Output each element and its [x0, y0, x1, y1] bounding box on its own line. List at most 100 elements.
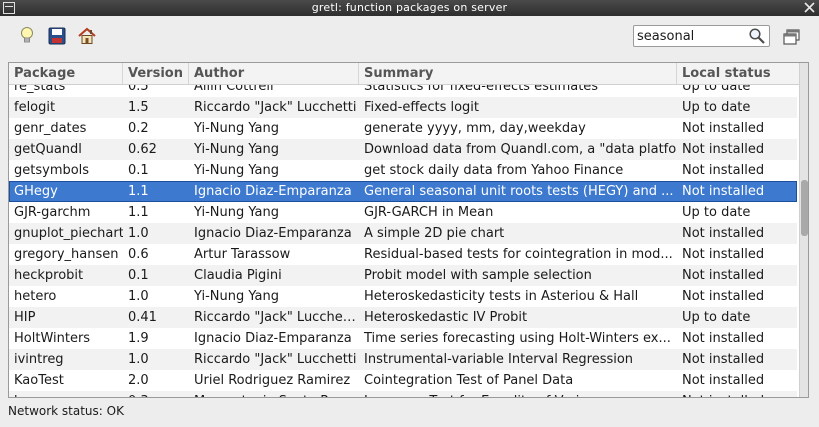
cell-summary: generate yyyy, mm, day,weekday	[364, 121, 586, 136]
cell-local-status: Not installed	[677, 391, 797, 397]
table-row[interactable]: GJR-garchm 1.1 Yi-Nung Yang GJR-GARCH in Me…	[9, 202, 797, 223]
cell-local-status: Not installed	[682, 352, 765, 367]
cell-summary: get stock daily data from Yahoo Finance	[364, 163, 624, 178]
save-button[interactable]	[46, 25, 68, 47]
cell-author: Ignacio Diaz-Emparanza	[194, 184, 352, 199]
column-header-local-status[interactable]: Local status	[677, 63, 799, 84]
cell-version: 1.5	[128, 100, 149, 115]
cell-package: KaoTest	[14, 373, 64, 388]
table-row[interactable]: heckprobit 0.1 Claudia Pigini Probit model …	[9, 265, 797, 286]
cell-author: Yi-Nung Yang	[194, 289, 279, 304]
lightbulb-icon	[21, 27, 33, 43]
column-header-version[interactable]: Version	[123, 63, 189, 84]
info-button[interactable]	[16, 25, 38, 47]
cell-summary: Instrumental-variable Interval Regressio…	[364, 352, 634, 367]
table-header: Package Version Author Summary Local sta…	[9, 63, 799, 85]
window-menu-button[interactable]	[3, 2, 15, 14]
cell-local-status: Not installed	[682, 268, 765, 283]
cell-version: 0.3	[123, 391, 189, 397]
table-rows: re_stats 0.5 Allin Cottrell Statistics for …	[9, 85, 797, 397]
table-row[interactable]: GHegy 1.1 Ignacio Diaz-Emparanza General se…	[9, 181, 797, 202]
cell-version: 0.5	[128, 85, 149, 94]
window-restore-icon	[783, 29, 800, 45]
cell-package: genr_dates	[14, 121, 87, 136]
table-row[interactable]: gnuplot_piechart 1.0 Ignacio Diaz-Emparanz…	[9, 223, 797, 244]
cell-version: 0.41	[128, 310, 157, 325]
cell-author: Ignacio Diaz-Emparanza	[194, 226, 352, 241]
table-row[interactable]: hetero 1.0 Yi-Nung Yang Heteroskedasticity …	[9, 286, 797, 307]
status-bar: Network status: OK	[8, 404, 124, 418]
table-row[interactable]: HoltWinters 1.9 Ignacio Diaz-Emparanza Time…	[9, 328, 797, 349]
window-title: gretl: function packages on server	[311, 1, 508, 14]
table-row[interactable]: KaoTest 2.0 Uriel Rodriguez Ramirez Cointeg…	[9, 370, 797, 391]
cell-package: GJR-garchm	[14, 205, 91, 220]
cell-local-status: Up to date	[682, 85, 751, 94]
cell-package: HIP	[14, 310, 36, 325]
cell-package: getsymbols	[14, 163, 90, 178]
scrollbar-thumb[interactable]	[801, 180, 808, 236]
close-window-button[interactable]	[803, 1, 816, 14]
vertical-scrollbar[interactable]	[799, 63, 808, 397]
column-header-author[interactable]: Author	[189, 63, 359, 84]
table-row[interactable]: ivintreg 1.0 Riccardo "Jack" Lucchetti Inst…	[9, 349, 797, 370]
table-row[interactable]: getsymbols 0.1 Yi-Nung Yang get stock daily…	[9, 160, 797, 181]
cell-version: 0.2	[128, 121, 149, 136]
cell-author: Yi-Nung Yang	[194, 205, 279, 220]
cell-local-status: Up to date	[682, 205, 751, 220]
table-body: re_stats 0.5 Allin Cottrell Statistics for …	[9, 85, 797, 397]
cell-summary: Cointegration Test of Panel Data	[364, 373, 574, 388]
cell-package: heckprobit	[14, 268, 84, 283]
cell-local-status: Not installed	[682, 289, 765, 304]
cell-local-status: Up to date	[682, 100, 751, 115]
restore-window-button[interactable]	[782, 27, 802, 47]
cell-author: Riccardo "Jack" Lucchetti	[194, 352, 357, 367]
cell-summary: Statistics for fixed-effects estimates	[364, 85, 599, 94]
table-row[interactable]: kpss0.3Marcantonio Santo Ro...Lagrange T…	[9, 391, 797, 397]
title-bar: gretl: function packages on server	[0, 0, 819, 16]
cell-package: gregory_hansen	[14, 247, 119, 262]
home-button[interactable]	[76, 25, 98, 47]
cell-version: 1.1	[128, 205, 149, 220]
cell-author: Uriel Rodriguez Ramirez	[194, 373, 351, 388]
package-table: Package Version Author Summary Local sta…	[8, 62, 809, 398]
cell-version: 2.0	[128, 373, 149, 388]
cell-author: Yi-Nung Yang	[194, 142, 279, 157]
cell-summary: Heteroskedasticity tests in Asteriou & H…	[364, 289, 639, 304]
cell-version: 0.1	[128, 268, 149, 283]
table-row[interactable]: HIP 0.41 Riccardo "Jack" Lucchet... Heteros…	[9, 307, 797, 328]
table-row[interactable]: re_stats 0.5 Allin Cottrell Statistics for …	[9, 85, 797, 97]
cell-package: gnuplot_piechart	[14, 226, 123, 241]
cell-summary: A simple 2D pie chart	[364, 226, 505, 241]
cell-local-status: Not installed	[682, 226, 765, 241]
table-row[interactable]: genr_dates 0.2 Yi-Nung Yang generate yyyy, …	[9, 118, 797, 139]
cell-version: 1.0	[128, 289, 149, 304]
cell-local-status: Up to date	[682, 310, 751, 325]
cell-author: Riccardo "Jack" Lucchetti	[194, 100, 357, 115]
cell-version: 1.0	[128, 226, 149, 241]
cell-summary: Download data from Quandl.com, a "data p…	[364, 142, 677, 157]
cell-summary: Time series forecasting using Holt-Winte…	[364, 331, 671, 346]
cell-summary: GJR-GARCH in Mean	[364, 205, 494, 220]
search-box[interactable]	[633, 25, 770, 47]
cell-local-status: Not installed	[682, 142, 765, 157]
cell-summary: Lagrange Test for Equality of Variances	[359, 391, 677, 397]
search-icon	[749, 28, 765, 44]
cell-summary: Heteroskedastic IV Probit	[364, 310, 528, 325]
table-row[interactable]: getQuandl 0.62 Yi-Nung Yang Download data f…	[9, 139, 797, 160]
table-row[interactable]: felogit 1.5 Riccardo "Jack" Lucchetti Fixed…	[9, 97, 797, 118]
cell-local-status: Not installed	[682, 184, 765, 199]
column-header-summary[interactable]: Summary	[359, 63, 677, 84]
cell-version: 1.0	[128, 352, 149, 367]
cell-summary: Fixed-effects logit	[364, 100, 480, 115]
cell-author: Claudia Pigini	[194, 268, 282, 283]
cell-package: ivintreg	[14, 352, 64, 367]
table-row[interactable]: gregory_hansen 0.6 Artur Tarassow Residual-…	[9, 244, 797, 265]
cell-package: kpss	[9, 391, 123, 397]
cell-package: getQuandl	[14, 142, 82, 157]
search-button[interactable]	[748, 27, 766, 49]
column-header-package[interactable]: Package	[9, 63, 123, 84]
cell-author: Yi-Nung Yang	[194, 163, 279, 178]
cell-version: 0.6	[128, 247, 149, 262]
search-input[interactable]	[637, 28, 745, 44]
cell-version: 0.1	[128, 163, 149, 178]
